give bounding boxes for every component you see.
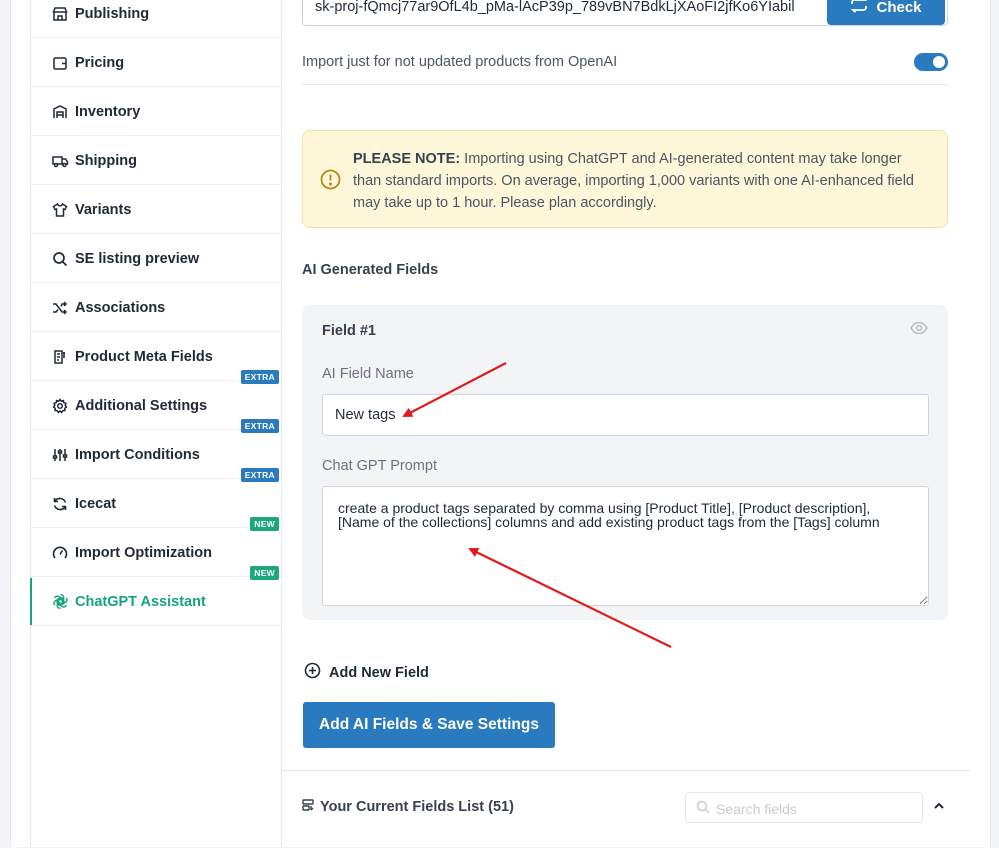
ai-generated-fields-title: AI Generated Fields bbox=[302, 262, 439, 278]
sidebar-item-label: Pricing bbox=[75, 54, 125, 71]
ai-field-name-label: AI Field Name bbox=[322, 366, 414, 382]
sidebar-item-label: Associations bbox=[75, 299, 166, 316]
search-fields-box bbox=[685, 792, 923, 824]
extra-badge: EXTRA bbox=[240, 468, 279, 482]
import-not-updated-row: Import just for not updated products fro… bbox=[302, 40, 948, 85]
sync-icon bbox=[850, 0, 868, 17]
import-not-updated-label: Import just for not updated products fro… bbox=[302, 54, 618, 70]
current-fields-title: Your Current Fields List (51) bbox=[302, 799, 514, 815]
chat-gpt-prompt-label: Chat GPT Prompt bbox=[322, 458, 437, 474]
sidebar-item-label: Import Optimization bbox=[75, 544, 212, 561]
sidebar-item-label: Additional Settings bbox=[75, 397, 208, 414]
current-fields-title-text: Your Current Fields List (51) bbox=[320, 799, 514, 815]
add-new-field-button[interactable]: Add New Field bbox=[304, 662, 429, 683]
chatgpt-settings-panel: Check Import just for not updated produc… bbox=[282, 0, 970, 847]
sidebar-item-chatgpt-assistant[interactable]: ChatGPT Assistant NEW bbox=[30, 566, 281, 626]
new-badge: NEW bbox=[250, 517, 279, 531]
warehouse-icon bbox=[51, 103, 69, 121]
ai-field-card: Field #1 AI Field Name Chat GPT Prompt c… bbox=[302, 305, 948, 620]
field-heading: Field #1 bbox=[322, 323, 376, 339]
please-note-alert: PLEASE NOTE: Importing using ChatGPT and… bbox=[302, 130, 948, 228]
eye-icon[interactable] bbox=[910, 321, 928, 340]
meta-doc-icon bbox=[51, 348, 69, 366]
sidebar-item-icecat[interactable]: Icecat EXTRA bbox=[31, 468, 281, 528]
gauge-icon bbox=[51, 544, 69, 562]
check-key-button[interactable]: Check bbox=[827, 0, 945, 25]
sidebar-item-label: ChatGPT Assistant bbox=[75, 593, 206, 610]
extra-badge: EXTRA bbox=[240, 419, 279, 433]
extra-badge: EXTRA bbox=[240, 370, 279, 384]
sidebar-item-label: Shipping bbox=[75, 152, 138, 169]
refresh-icon bbox=[51, 495, 69, 513]
add-new-field-label: Add New Field bbox=[329, 664, 429, 681]
sidebar-item-label: Product Meta Fields bbox=[75, 348, 213, 365]
plus-circle-icon bbox=[304, 662, 321, 683]
check-button-label: Check bbox=[876, 0, 922, 16]
search-icon bbox=[696, 800, 710, 819]
sidebar-item-import-optimization[interactable]: Import Optimization NEW bbox=[31, 517, 281, 577]
save-settings-button[interactable]: Add AI Fields & Save Settings bbox=[303, 702, 555, 748]
warning-circle-icon bbox=[320, 169, 341, 197]
list-icon bbox=[302, 799, 314, 815]
sidebar-item-publishing[interactable]: Publishing bbox=[31, 0, 281, 38]
sidebar-item-shipping[interactable]: Shipping bbox=[31, 137, 281, 185]
sidebar-item-inventory[interactable]: Inventory bbox=[31, 88, 281, 136]
search-icon bbox=[51, 250, 69, 268]
sliders-icon bbox=[51, 446, 69, 464]
api-key-field: Check bbox=[302, 0, 948, 26]
sidebar-item-label: Import Conditions bbox=[75, 446, 200, 463]
sidebar-item-label: Inventory bbox=[75, 103, 141, 120]
sidebar-item-associations[interactable]: Associations bbox=[31, 284, 281, 332]
settings-sidebar: Publishing Pricing Inventory Shipping Va… bbox=[30, 0, 282, 847]
truck-icon bbox=[51, 152, 69, 170]
note-strong-label: PLEASE NOTE: bbox=[353, 151, 461, 167]
current-fields-list-header: Your Current Fields List (51) bbox=[282, 770, 970, 848]
sidebar-item-variants[interactable]: Variants bbox=[31, 186, 281, 234]
chevron-up-icon[interactable] bbox=[932, 799, 946, 818]
gear-icon bbox=[51, 397, 69, 415]
sidebar-item-label: Icecat bbox=[75, 495, 117, 512]
sidebar-item-label: SE listing preview bbox=[75, 250, 200, 267]
api-key-input[interactable] bbox=[303, 0, 835, 25]
import-not-updated-toggle[interactable] bbox=[914, 53, 948, 71]
sidebar-item-label: Variants bbox=[75, 201, 132, 218]
new-badge: NEW bbox=[250, 566, 279, 580]
sidebar-item-pricing[interactable]: Pricing bbox=[31, 39, 281, 87]
chat-gpt-prompt-textarea[interactable]: create a product tags separated by comma… bbox=[322, 486, 929, 606]
shirt-icon bbox=[51, 201, 69, 219]
wallet-icon bbox=[51, 54, 69, 72]
shuffle-icon bbox=[51, 299, 69, 317]
openai-icon bbox=[51, 593, 69, 611]
store-icon bbox=[51, 5, 69, 23]
sidebar-item-se-listing-preview[interactable]: SE listing preview bbox=[31, 235, 281, 283]
sidebar-item-label: Publishing bbox=[75, 5, 150, 22]
search-fields-input[interactable] bbox=[714, 793, 918, 824]
ai-field-name-input[interactable] bbox=[322, 394, 929, 436]
